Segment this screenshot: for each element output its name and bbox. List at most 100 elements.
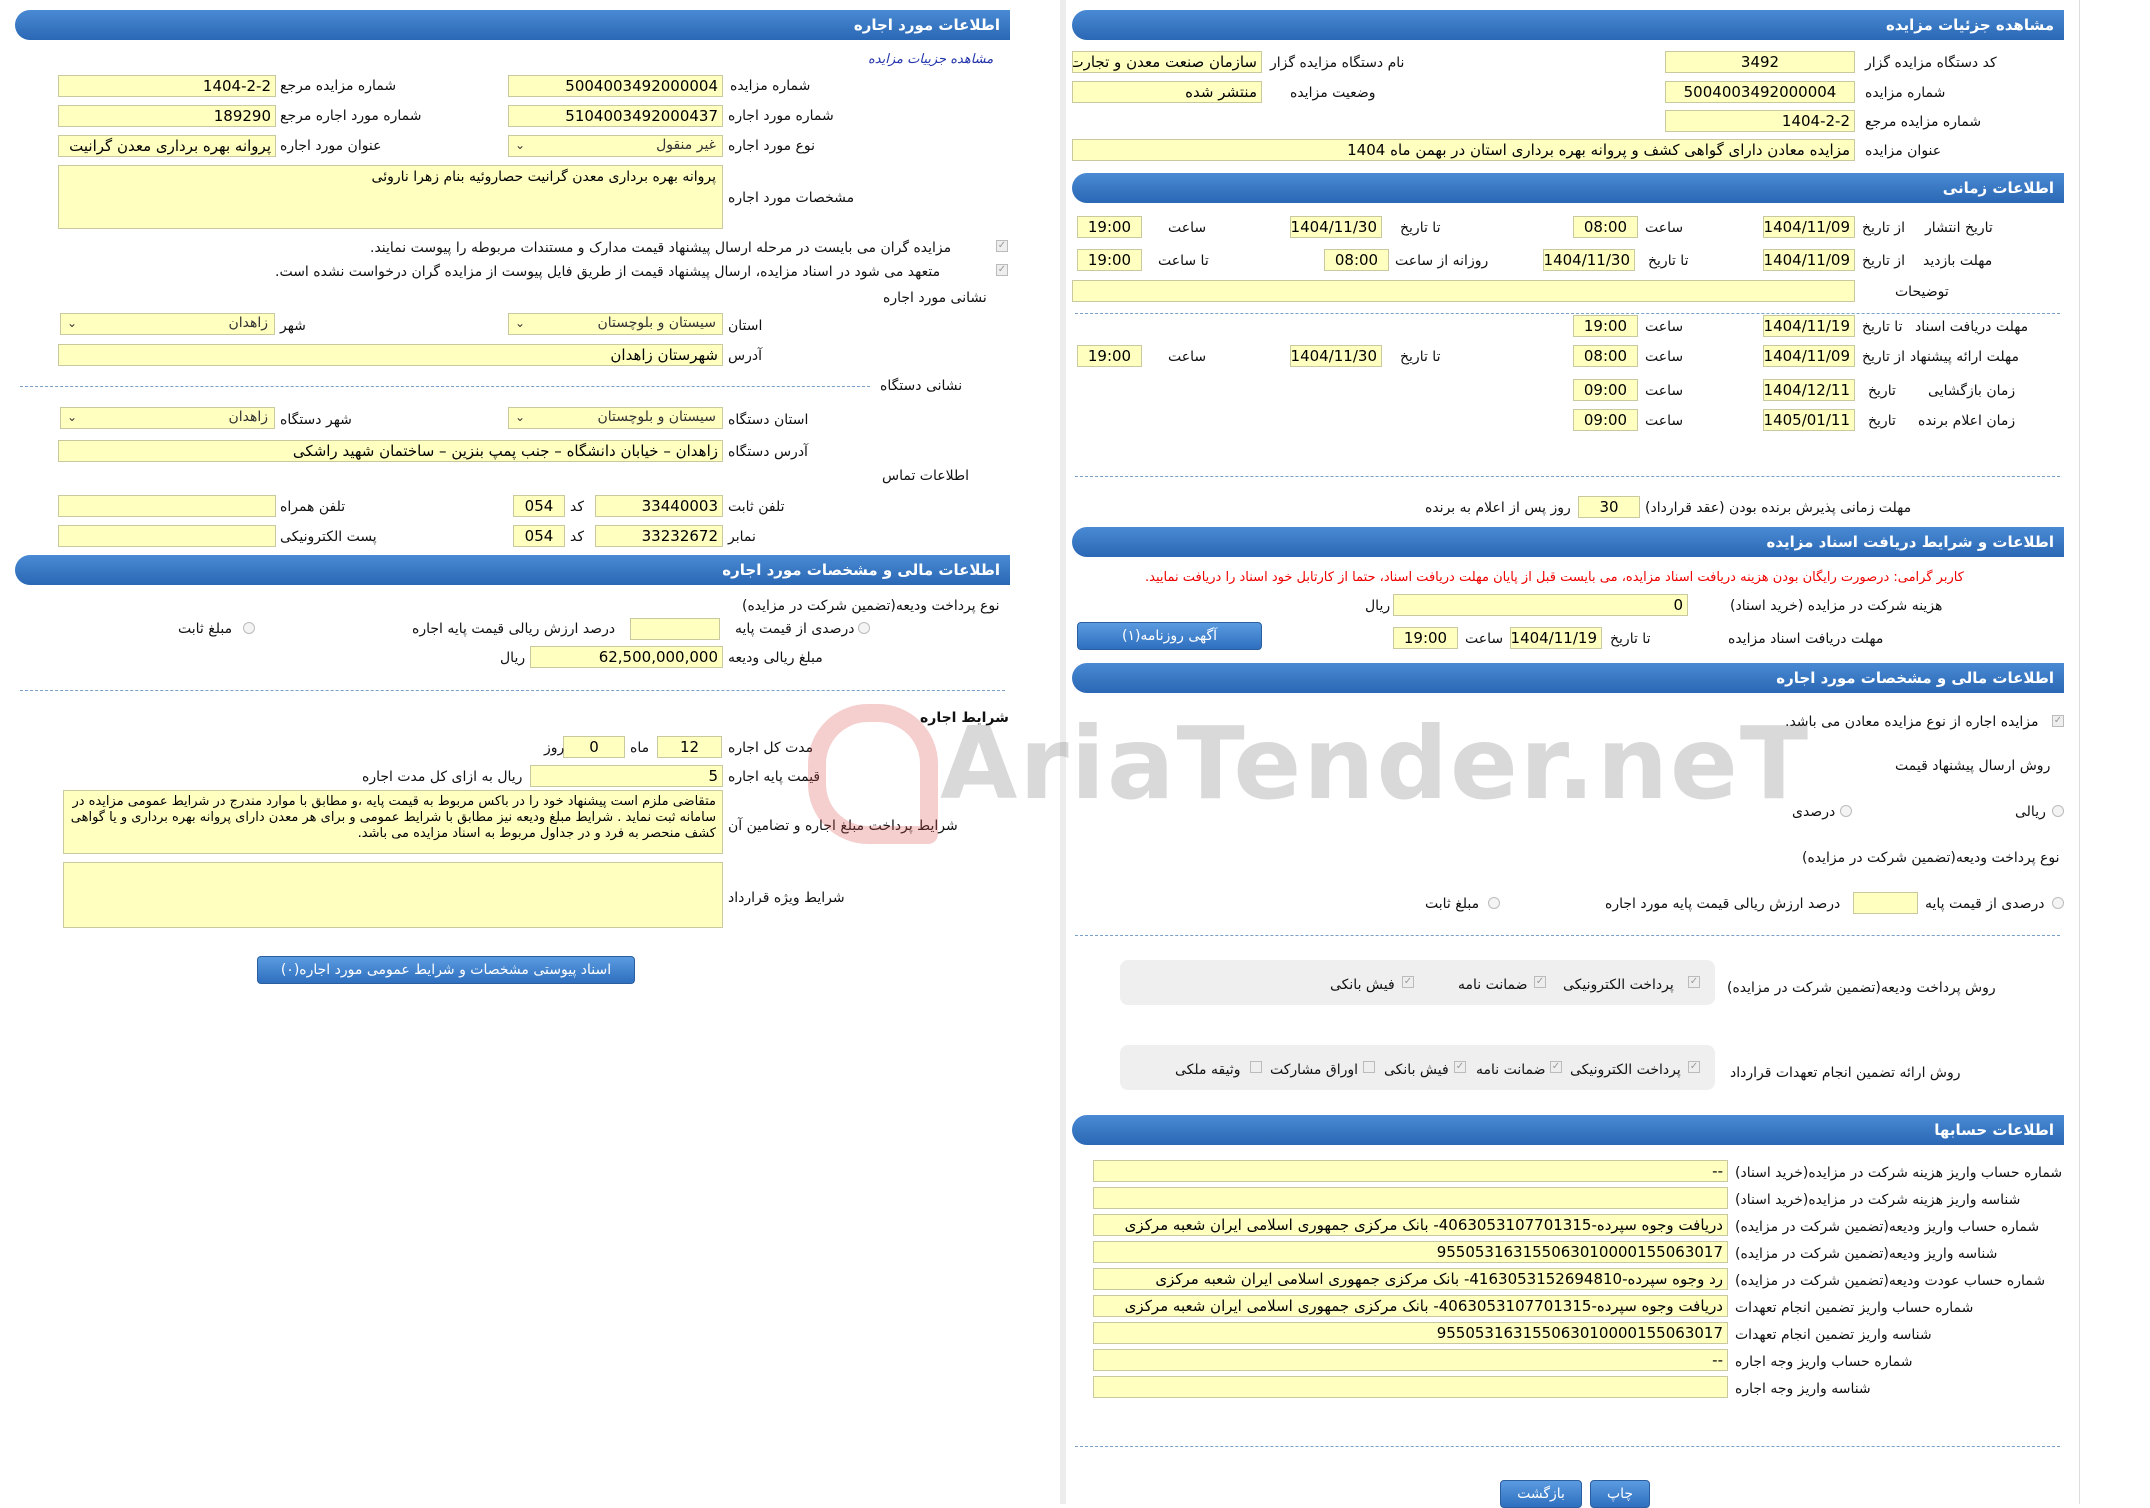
doc-to-field[interactable]: 1404/11/19: [1763, 315, 1855, 337]
time-label: ساعت: [1645, 220, 1684, 236]
days-field[interactable]: 0: [563, 736, 625, 758]
bonds-checkbox[interactable]: [1363, 1061, 1375, 1073]
fax-code-field[interactable]: 054: [513, 525, 565, 547]
visit-to-field[interactable]: 1404/11/30: [1543, 249, 1635, 271]
mobile-field[interactable]: [58, 495, 276, 517]
phone-code-field[interactable]: 054: [513, 495, 565, 517]
fax-field[interactable]: 33232672: [595, 525, 723, 547]
province-select[interactable]: سیستان و بلوچستان ⌄: [508, 313, 723, 335]
acc6-field[interactable]: دریافت وجوه سپرده-4063053107701315- بانک…: [1093, 1295, 1728, 1317]
time-label: ساعت: [1168, 349, 1207, 365]
org-name-field[interactable]: سازمان صنعت معدن و تجارت: [1072, 51, 1262, 73]
property-checkbox[interactable]: [1250, 1061, 1262, 1073]
bank-slip-label: فیش بانکی: [1330, 977, 1395, 993]
device-city-label: شهر دستگاه: [280, 412, 352, 428]
payment-terms-textarea[interactable]: متقاضی ملزم است پیشنهاد خود را در باکس م…: [63, 790, 723, 854]
acc9-field[interactable]: [1093, 1376, 1728, 1398]
offer-to-time[interactable]: 19:00: [1077, 345, 1142, 367]
note1-text: مزایده گران می بایست در مرحله ارسال پیشن…: [370, 240, 952, 256]
acc5-field[interactable]: رد وجوه سپرده-4163053152694810- بانک مرک…: [1093, 1268, 1728, 1290]
desc-label: توضیحات: [1895, 284, 1949, 300]
percent-base-radio[interactable]: [858, 622, 870, 634]
winner-field[interactable]: 1405/01/11: [1763, 409, 1855, 431]
opening-time[interactable]: 09:00: [1573, 379, 1638, 401]
acc4-field[interactable]: 955053163155063010000155063017: [1093, 1241, 1728, 1263]
device-city-select[interactable]: زاهدان ⌄: [60, 407, 275, 429]
doc-fee-field[interactable]: 0: [1393, 594, 1688, 616]
special-terms-textarea[interactable]: [63, 862, 723, 928]
email-field[interactable]: [58, 525, 276, 547]
fixed-radio[interactable]: [243, 622, 255, 634]
lease-title-field[interactable]: پروانه بهره برداری معدن گرانیت: [58, 135, 276, 157]
lease-type-select[interactable]: غیر منقول ⌄: [508, 135, 723, 157]
percent-field[interactable]: [630, 618, 720, 640]
auction-no-label: شماره مزایده: [1865, 85, 1946, 101]
title-field[interactable]: مزایده معادن دارای گواهی کشف و پروانه به…: [1072, 139, 1855, 161]
lease-specs-textarea[interactable]: پروانه بهره برداری معدن گرانیت حصاروئیه …: [58, 165, 723, 229]
status-field[interactable]: منتشر شده: [1072, 81, 1262, 103]
daily-to-field[interactable]: 19:00: [1077, 249, 1142, 271]
acc8-field[interactable]: --: [1093, 1349, 1728, 1371]
doc-deadline-time[interactable]: 19:00: [1393, 627, 1458, 649]
device-addr-field[interactable]: زاهدان – خیابان دانشگاه – جنب پمپ بنزین …: [58, 440, 723, 462]
doc-to-time[interactable]: 19:00: [1573, 315, 1638, 337]
fax-label: نمابر: [728, 529, 756, 545]
ref-auction-no-field[interactable]: 1404-2-2: [58, 75, 276, 97]
acc3-label: شماره حساب واریز ودیعه(تضمین شرکت در مزا…: [1735, 1219, 2040, 1235]
percent-radio[interactable]: [1840, 805, 1852, 817]
attachments-button[interactable]: اسناد پیوستی مشخصات و شرایط عمومی مورد ا…: [257, 956, 635, 984]
device-province-select[interactable]: سیستان و بلوچستان ⌄: [508, 407, 723, 429]
acc2-field[interactable]: [1093, 1187, 1728, 1209]
lease-type-label: نوع مورد اجاره: [728, 138, 816, 154]
commit-bank-slip-checkbox[interactable]: ✓: [1454, 1061, 1466, 1073]
auction-details-link[interactable]: مشاهده جزییات مزایده: [868, 52, 993, 67]
guarantee-checkbox[interactable]: ✓: [1534, 976, 1546, 988]
months-field[interactable]: 12: [657, 736, 722, 758]
mine-note-checkbox[interactable]: ✓: [2052, 715, 2064, 727]
deposit-amount-field[interactable]: 62,500,000,000: [530, 646, 723, 668]
to-date-label: تا تاریخ: [1400, 220, 1441, 236]
acc1-field[interactable]: --: [1093, 1160, 1728, 1182]
acc3-field[interactable]: دریافت وجوه سپرده-4063053107701315- بانک…: [1093, 1214, 1728, 1236]
commit-electronic-checkbox[interactable]: ✓: [1688, 1061, 1700, 1073]
acc7-field[interactable]: 955053163155063010000155063017: [1093, 1322, 1728, 1344]
publish-to-field[interactable]: 1404/11/30: [1290, 216, 1382, 238]
city-select[interactable]: زاهدان ⌄: [60, 313, 275, 335]
phone-field[interactable]: 33440003: [595, 495, 723, 517]
auction-no-field[interactable]: 5004003492000004: [508, 75, 723, 97]
visit-from-field[interactable]: 1404/11/09: [1763, 249, 1855, 271]
fixed-radio[interactable]: [1488, 897, 1500, 909]
ref-lease-no-field[interactable]: 189290: [58, 105, 276, 127]
publish-from-field[interactable]: 1404/11/09: [1763, 216, 1855, 238]
org-code-field[interactable]: 3492: [1665, 51, 1855, 73]
offer-from-time[interactable]: 08:00: [1573, 345, 1638, 367]
winner-time[interactable]: 09:00: [1573, 409, 1638, 431]
opening-field[interactable]: 1404/12/11: [1763, 379, 1855, 401]
desc-field[interactable]: [1072, 280, 1855, 302]
deposit-method-label: روش پرداخت ودیعه(تضمین شرکت در مزایده): [1727, 980, 1996, 996]
percent-base-field[interactable]: [1853, 892, 1918, 914]
divider: [1075, 313, 2060, 314]
bank-slip-checkbox[interactable]: ✓: [1402, 976, 1414, 988]
base-price-field[interactable]: 5: [530, 765, 723, 787]
publish-from-time[interactable]: 08:00: [1573, 216, 1638, 238]
to-time-label: تا ساعت: [1158, 253, 1209, 269]
daily-from-field[interactable]: 08:00: [1324, 249, 1389, 271]
address-field[interactable]: شهرستان زاهدان: [58, 344, 723, 366]
newspaper-ad-button[interactable]: آگهی روزنامه(۱): [1077, 622, 1262, 650]
doc-receive-label: مهلت دریافت اسناد: [1915, 319, 2029, 335]
note1-checkbox[interactable]: ✓: [996, 240, 1008, 252]
offer-from-field[interactable]: 1404/11/09: [1763, 345, 1855, 367]
auction-no-field[interactable]: 5004003492000004: [1665, 81, 1855, 103]
percent-base-radio[interactable]: [2052, 897, 2064, 909]
ref-no-field[interactable]: 1404-2-2: [1665, 110, 1855, 132]
electronic-checkbox[interactable]: ✓: [1688, 976, 1700, 988]
accept-field[interactable]: 30: [1578, 496, 1640, 518]
doc-deadline-field[interactable]: 1404/11/19: [1510, 627, 1602, 649]
publish-to-time[interactable]: 19:00: [1077, 216, 1142, 238]
offer-to-field[interactable]: 1404/11/30: [1290, 345, 1382, 367]
commit-guarantee-checkbox[interactable]: ✓: [1550, 1061, 1562, 1073]
note2-checkbox[interactable]: ✓: [996, 264, 1008, 276]
lease-no-field[interactable]: 5104003492000437: [508, 105, 723, 127]
rial-radio[interactable]: [2052, 805, 2064, 817]
